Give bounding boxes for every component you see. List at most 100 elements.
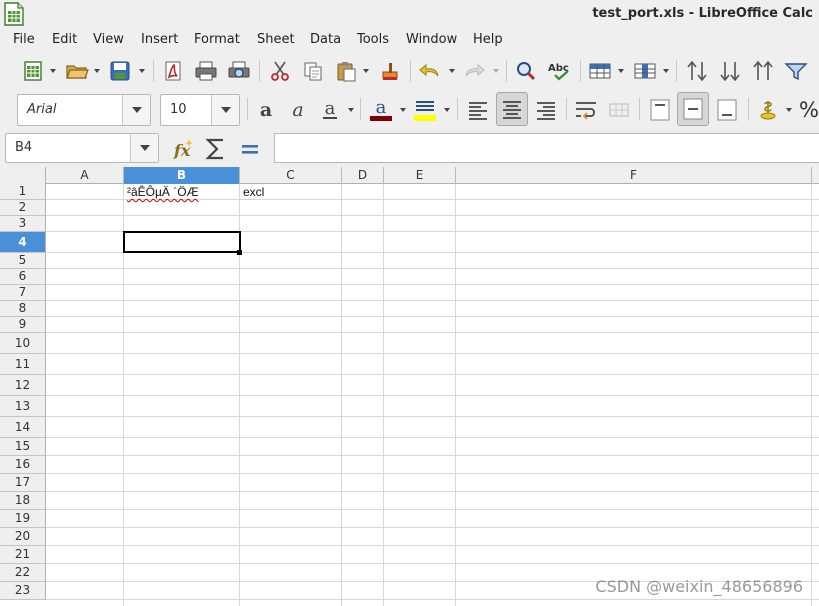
open-dropdown[interactable] (93, 52, 101, 90)
sort-descending-icon[interactable] (716, 52, 744, 90)
row-header-21[interactable]: 21 (0, 546, 46, 564)
font-size-box[interactable]: 10 (160, 94, 240, 126)
column-dropdown[interactable] (662, 52, 670, 90)
row-header-2[interactable]: 2 (0, 200, 46, 216)
underline-dropdown[interactable] (347, 90, 355, 130)
clone-formatting-icon[interactable] (376, 52, 404, 90)
row-header-13[interactable]: 13 (0, 396, 46, 417)
row-header-23[interactable]: 23 (0, 582, 46, 600)
paste-icon[interactable] (332, 52, 360, 90)
active-cell-cursor[interactable] (123, 231, 241, 253)
column-header-c[interactable]: C (240, 167, 342, 184)
sort-ascending-icon[interactable] (749, 52, 777, 90)
row-header-3[interactable]: 3 (0, 216, 46, 232)
menu-data[interactable]: Data (310, 32, 341, 47)
save-icon[interactable] (106, 52, 134, 90)
menu-tools[interactable]: Tools (357, 32, 389, 47)
column-header-b[interactable]: B (124, 167, 240, 184)
font-size-dropdown[interactable] (211, 95, 239, 125)
export-pdf-icon[interactable] (160, 52, 186, 90)
formula-input[interactable] (274, 133, 819, 163)
menu-format[interactable]: Format (194, 32, 240, 47)
function-wizard-icon[interactable]: fx (169, 130, 197, 167)
redo-dropdown[interactable] (492, 52, 500, 90)
print-preview-icon[interactable] (225, 52, 253, 90)
find-replace-icon[interactable] (512, 52, 540, 90)
wrap-text-icon[interactable] (571, 90, 601, 130)
row-header-11[interactable]: 11 (0, 354, 46, 375)
row-header-22[interactable]: 22 (0, 564, 46, 582)
undo-icon[interactable] (416, 52, 444, 90)
font-color-dropdown[interactable] (399, 90, 407, 130)
align-bottom-icon[interactable] (712, 90, 742, 130)
row-header-5[interactable]: 5 (0, 253, 46, 269)
row-header-12[interactable]: 12 (0, 375, 46, 396)
highlight-color-dropdown[interactable] (443, 90, 451, 130)
formula-icon[interactable] (236, 130, 264, 167)
select-all-corner[interactable] (0, 167, 46, 184)
cell-b1[interactable]: ²âÊÔµÄ ´ÖÆ (127, 185, 199, 199)
font-color-icon[interactable]: a (366, 90, 396, 130)
row-dropdown[interactable] (617, 52, 625, 90)
menu-edit[interactable]: Edit (52, 32, 77, 47)
row-header-19[interactable]: 19 (0, 510, 46, 528)
align-left-icon[interactable] (463, 90, 493, 130)
new-spreadsheet-icon[interactable] (20, 52, 46, 90)
column-header-a[interactable]: A (46, 167, 124, 184)
redo-icon[interactable] (460, 52, 488, 90)
spelling-icon[interactable]: Abc (545, 52, 575, 90)
undo-dropdown[interactable] (448, 52, 456, 90)
fill-handle[interactable] (237, 250, 242, 255)
percent-format-icon[interactable]: % (797, 90, 819, 130)
merge-cells-icon[interactable] (605, 90, 633, 130)
row-header-6[interactable]: 6 (0, 269, 46, 285)
open-folder-icon[interactable] (63, 52, 91, 90)
italic-icon[interactable]: a (284, 90, 312, 130)
row-header-16[interactable]: 16 (0, 456, 46, 474)
name-box-dropdown[interactable] (130, 134, 158, 162)
print-icon[interactable] (192, 52, 220, 90)
row-header-17[interactable]: 17 (0, 474, 46, 492)
sum-icon[interactable] (202, 130, 230, 167)
sort-icon[interactable] (683, 52, 711, 90)
bold-icon[interactable]: a (252, 90, 280, 130)
copy-icon[interactable] (299, 52, 327, 90)
row-header-4[interactable]: 4 (0, 232, 46, 253)
row-header-18[interactable]: 18 (0, 492, 46, 510)
row-header-7[interactable]: 7 (0, 285, 46, 301)
name-box[interactable]: B4 (5, 133, 159, 163)
column-header-e[interactable]: E (384, 167, 456, 184)
align-center-icon[interactable] (496, 92, 528, 126)
row-header-9[interactable]: 9 (0, 317, 46, 333)
underline-icon[interactable]: a (316, 90, 344, 130)
cut-icon[interactable] (266, 52, 294, 90)
currency-format-icon[interactable] (754, 90, 782, 130)
center-vertically-icon[interactable] (677, 92, 709, 126)
highlight-color-icon[interactable] (410, 90, 440, 130)
menu-window[interactable]: Window (406, 32, 457, 47)
autofilter-icon[interactable] (782, 52, 810, 90)
currency-format-dropdown[interactable] (785, 90, 793, 130)
spreadsheet-grid[interactable]: A B C D E F 1 2 3 4 5 6 7 8 9 10 11 12 13 14 15 16 17 18 1… (0, 167, 819, 606)
menu-sheet[interactable]: Sheet (257, 32, 295, 47)
row-header-8[interactable]: 8 (0, 301, 46, 317)
new-dropdown[interactable] (49, 52, 57, 90)
row-header-15[interactable]: 15 (0, 438, 46, 456)
font-name-box[interactable]: Arial (17, 94, 151, 126)
align-top-icon[interactable] (645, 90, 675, 130)
column-icon[interactable] (631, 52, 659, 90)
row-header-1[interactable]: 1 (0, 184, 46, 200)
menu-view[interactable]: View (93, 32, 124, 47)
menu-insert[interactable]: Insert (141, 32, 178, 47)
column-header-d[interactable]: D (342, 167, 384, 184)
font-name-dropdown[interactable] (122, 95, 150, 125)
cell-c1[interactable]: excl (243, 185, 264, 199)
paste-dropdown[interactable] (362, 52, 370, 90)
row-header-20[interactable]: 20 (0, 528, 46, 546)
menu-help[interactable]: Help (473, 32, 503, 47)
row-header-10[interactable]: 10 (0, 333, 46, 354)
column-header-f[interactable]: F (456, 167, 812, 184)
row-header-14[interactable]: 14 (0, 417, 46, 438)
menu-file[interactable]: File (13, 32, 35, 47)
row-icon[interactable] (586, 52, 614, 90)
